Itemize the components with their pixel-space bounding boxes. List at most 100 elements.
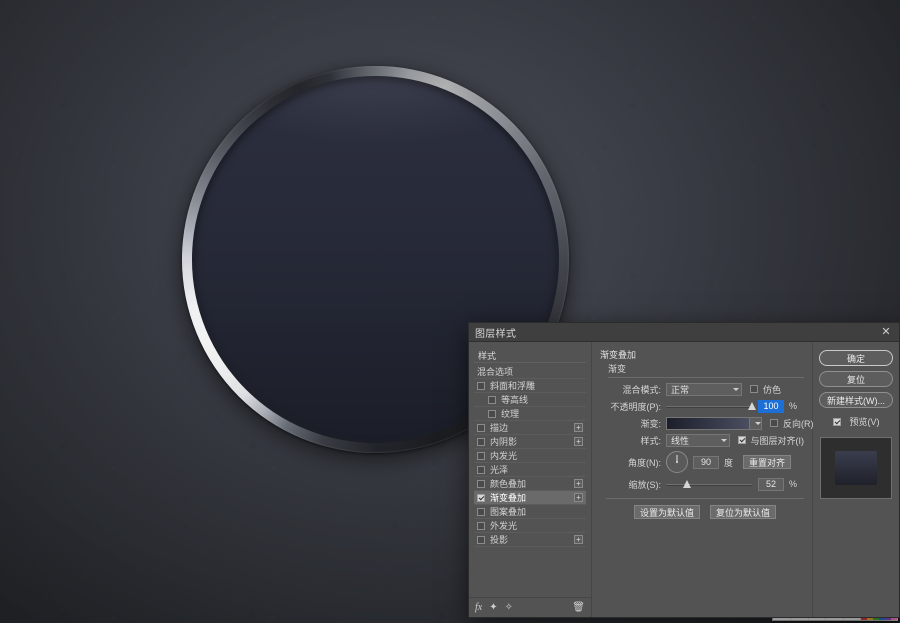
effect-label: 等高线 [501, 393, 583, 406]
effect-checkbox[interactable] [477, 522, 485, 530]
scale-unit: % [789, 479, 797, 489]
angle-row: 角度(N): 90 度 重置对齐 [606, 449, 804, 475]
chevron-down-icon [733, 388, 739, 391]
reverse-checkbox[interactable]: 反向(R) [770, 417, 814, 430]
settings-form: 混合模式: 正常 仿色 不透明度(P): [600, 381, 804, 519]
effect-label: 纹理 [501, 407, 583, 420]
effect-row[interactable]: 混合选项 [474, 365, 586, 379]
effect-label: 渐变叠加 [490, 491, 574, 504]
dialog-titlebar[interactable]: 图层样式 ✕ [469, 323, 899, 342]
preview-checkbox-box [833, 418, 841, 426]
effect-checkbox[interactable] [477, 480, 485, 488]
effect-row[interactable]: 内发光 [474, 449, 586, 463]
angle-dial[interactable] [666, 451, 688, 473]
effect-checkbox[interactable] [488, 396, 496, 404]
effect-checkbox[interactable] [477, 382, 485, 390]
scale-slider-track [666, 484, 752, 486]
effect-label: 内阴影 [490, 435, 574, 448]
gradient-label: 渐变: [606, 417, 666, 430]
effect-row[interactable]: 投影+ [474, 533, 586, 547]
blend-mode-row: 混合模式: 正常 仿色 [606, 381, 804, 397]
opacity-slider-knob[interactable] [748, 402, 756, 410]
effect-checkbox[interactable] [477, 452, 485, 460]
effect-row[interactable]: 外发光 [474, 519, 586, 533]
ok-button[interactable]: 确定 [819, 350, 893, 366]
actions-column: 确定 复位 新建样式(W)... 预览(V) [813, 342, 899, 617]
effects-list: 样式 混合选项斜面和浮雕等高线纹理描边+内阴影+内发光光泽颜色叠加+渐变叠加+图… [469, 342, 591, 597]
effect-row[interactable]: 颜色叠加+ [474, 477, 586, 491]
effect-checkbox[interactable] [477, 508, 485, 516]
preview-checkbox[interactable]: 预览(V) [833, 415, 880, 428]
opacity-slider-track [666, 406, 752, 408]
reverse-checkbox-box [770, 419, 778, 427]
effect-checkbox[interactable] [477, 438, 485, 446]
scale-slider[interactable] [666, 478, 752, 491]
blend-mode-select[interactable]: 正常 [666, 383, 742, 396]
style-select[interactable]: 线性 [666, 434, 730, 447]
reset-button[interactable]: 复位 [819, 371, 893, 387]
effect-row[interactable]: 等高线 [474, 393, 586, 407]
chevron-down-icon [721, 439, 727, 442]
effect-label: 斜面和浮雕 [490, 379, 583, 392]
close-icon[interactable]: ✕ [879, 325, 893, 339]
effect-row[interactable]: 光泽 [474, 463, 586, 477]
add-effect-plus-icon[interactable]: + [574, 535, 583, 544]
align-layer-checkbox-box [738, 436, 746, 444]
effect-checkbox[interactable] [477, 494, 485, 502]
effect-label: 描边 [490, 421, 574, 434]
angle-input[interactable]: 90 [693, 456, 719, 469]
set-default-button[interactable]: 设置为默认值 [634, 505, 700, 519]
effect-label: 内发光 [490, 449, 583, 462]
effect-row[interactable]: 渐变叠加+ [474, 491, 586, 505]
add-effect-icon[interactable]: ✦ [489, 602, 497, 613]
effect-label: 光泽 [490, 463, 583, 476]
scale-label: 缩放(S): [606, 478, 666, 491]
opacity-row: 不透明度(P): 100 % [606, 398, 804, 414]
align-layer-label: 与图层对齐(I) [751, 434, 805, 447]
gradient-swatch[interactable] [666, 417, 750, 430]
angle-label: 角度(N): [606, 456, 666, 469]
effect-checkbox[interactable] [477, 536, 485, 544]
remove-effect-icon[interactable]: ✧ [505, 602, 513, 613]
reset-align-button[interactable]: 重置对齐 [743, 455, 791, 469]
add-effect-plus-icon[interactable]: + [574, 479, 583, 488]
effect-label: 投影 [490, 533, 574, 546]
settings-column: 渐变叠加 渐变 混合模式: 正常 仿色 [592, 342, 813, 617]
reverse-label: 反向(R) [783, 417, 814, 430]
opacity-input[interactable]: 100 [758, 400, 784, 413]
scale-input[interactable]: 52 [758, 478, 784, 491]
scale-slider-knob[interactable] [683, 480, 691, 488]
gradient-picker-chevron-icon[interactable] [750, 417, 762, 430]
add-effect-plus-icon[interactable]: + [574, 493, 583, 502]
settings-subtitle: 渐变 [608, 362, 804, 378]
scale-row: 缩放(S): 52 % [606, 476, 804, 492]
add-effect-plus-icon[interactable]: + [574, 437, 583, 446]
opacity-label: 不透明度(P): [606, 400, 666, 413]
effect-checkbox[interactable] [477, 424, 485, 432]
layer-style-dialog: 图层样式 ✕ 样式 混合选项斜面和浮雕等高线纹理描边+内阴影+内发光光泽颜色叠加… [468, 322, 900, 618]
dither-checkbox-box [750, 385, 758, 393]
effect-row[interactable]: 图案叠加 [474, 505, 586, 519]
effect-row[interactable]: 描边+ [474, 421, 586, 435]
dialog-body: 样式 混合选项斜面和浮雕等高线纹理描边+内阴影+内发光光泽颜色叠加+渐变叠加+图… [469, 342, 899, 617]
photoshop-screen: post of uimaker.com 英 ： ☽ 简 ⚙ 图层样式 ✕ 样式 … [0, 0, 900, 623]
effect-checkbox[interactable] [488, 410, 496, 418]
new-style-button[interactable]: 新建样式(W)... [819, 392, 893, 408]
effect-row[interactable]: 纹理 [474, 407, 586, 421]
effect-label: 图案叠加 [490, 505, 583, 518]
effects-toolbar: fx ✦ ✧ 🗑 [469, 597, 591, 617]
trash-icon[interactable]: 🗑 [572, 602, 585, 613]
effect-label: 外发光 [490, 519, 583, 532]
fx-icon[interactable]: fx [475, 602, 482, 613]
opacity-slider[interactable] [666, 400, 752, 413]
effect-row[interactable]: 内阴影+ [474, 435, 586, 449]
add-effect-plus-icon[interactable]: + [574, 423, 583, 432]
preview-thumbnail-swatch [835, 451, 877, 485]
style-label: 样式: [606, 434, 666, 447]
dither-checkbox[interactable]: 仿色 [750, 383, 781, 396]
align-layer-checkbox[interactable]: 与图层对齐(I) [738, 434, 805, 447]
dialog-title: 图层样式 [475, 325, 516, 340]
effect-row[interactable]: 斜面和浮雕 [474, 379, 586, 393]
reset-default-button[interactable]: 复位为默认值 [710, 505, 776, 519]
effect-checkbox[interactable] [477, 466, 485, 474]
